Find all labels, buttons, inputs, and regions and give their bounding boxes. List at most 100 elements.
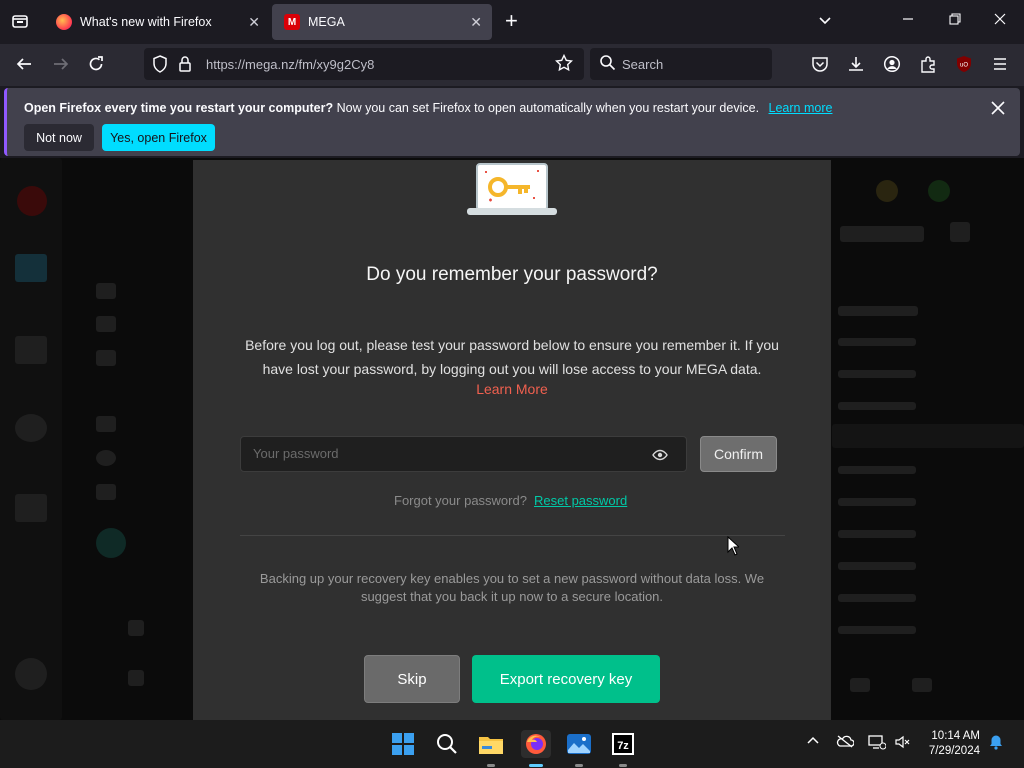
transfer-icon: [15, 494, 47, 522]
7zip-icon[interactable]: 7z: [609, 730, 637, 758]
reset-password-link[interactable]: Reset password: [534, 493, 627, 508]
folder-icon: [96, 416, 116, 432]
storage-indicator: [96, 528, 126, 558]
tab-whats-new[interactable]: What's new with Firefox ✕: [44, 4, 270, 40]
date-cell: [838, 338, 916, 346]
app-indicator: [619, 764, 627, 767]
ublock-origin-icon[interactable]: uO: [955, 55, 973, 78]
date-cell: [838, 594, 916, 602]
learn-more-link[interactable]: Learn More: [193, 381, 831, 397]
windows-start-icon[interactable]: [389, 730, 417, 758]
notification-message: Open Firefox every time you restart your…: [24, 101, 832, 115]
url-bar[interactable]: https://mega.nz/fm/xy9g2Cy8: [144, 48, 584, 80]
link-icon: [850, 678, 870, 692]
svg-text:7z: 7z: [617, 740, 629, 752]
firefox-taskbar-icon[interactable]: [521, 730, 551, 758]
close-tab-icon[interactable]: ✕: [470, 14, 482, 31]
tab-title: What's new with Firefox: [80, 15, 212, 29]
network-icon[interactable]: [868, 734, 887, 753]
notification-bold: Open Firefox every time you restart your…: [24, 101, 334, 115]
close-notification-icon[interactable]: [991, 101, 1005, 120]
volume-muted-icon[interactable]: [894, 734, 910, 753]
show-password-eye-icon[interactable]: [652, 447, 668, 463]
share-icon: [912, 678, 932, 692]
notification-bell-icon: [876, 180, 898, 202]
menu-hamburger-icon[interactable]: [991, 55, 1009, 78]
date-cell: [838, 466, 916, 474]
sort-dropdown: [840, 226, 924, 242]
selected-row: [832, 424, 1024, 448]
extensions-icon[interactable]: [919, 55, 937, 78]
file-explorer-icon[interactable]: [477, 730, 505, 758]
tab-mega[interactable]: M MEGA ✕: [272, 4, 492, 40]
close-tab-icon[interactable]: ✕: [248, 14, 260, 31]
windows-taskbar: 7z 10:14 AM 7/29/2024: [0, 720, 1024, 768]
taskbar-clock[interactable]: 10:14 AM 7/29/2024: [929, 729, 980, 759]
chat-icon: [15, 414, 47, 442]
checkbox: [128, 670, 144, 686]
account-icon[interactable]: [883, 55, 901, 78]
mouse-pointer-icon: [727, 536, 739, 556]
search-icon: [599, 54, 616, 76]
mega-logo-icon: M: [284, 14, 300, 30]
photos-app-icon[interactable]: [565, 730, 593, 758]
date-cell: [838, 370, 916, 378]
notification-bell-icon[interactable]: [988, 734, 1004, 753]
column-header: [838, 306, 918, 316]
folder-icon: [96, 283, 116, 299]
export-recovery-key-button[interactable]: Export recovery key: [472, 655, 660, 703]
onedrive-icon[interactable]: [836, 734, 855, 751]
learn-more-link[interactable]: Learn more: [769, 101, 833, 115]
lock-icon[interactable]: [178, 55, 192, 78]
downloads-icon[interactable]: [847, 55, 865, 78]
dialog-description: Before you log out, please test your pas…: [245, 337, 779, 377]
tab-bar: What's new with Firefox ✕ M MEGA ✕ +: [0, 0, 1024, 44]
grid-view-icon: [950, 222, 970, 242]
dialog-title: Do you remember your password?: [366, 264, 658, 285]
show-hidden-icons-chevron-icon[interactable]: [806, 734, 820, 751]
confirm-button[interactable]: Confirm: [700, 436, 777, 472]
app-indicator: [575, 764, 583, 767]
search-bar[interactable]: Search: [590, 48, 772, 80]
password-input[interactable]: Your password: [240, 436, 687, 472]
back-arrow-icon[interactable]: [15, 55, 33, 78]
mega-logo-icon: [17, 186, 47, 216]
not-now-button[interactable]: Not now: [24, 124, 94, 151]
date-cell: [838, 498, 916, 506]
password-reminder-dialog: Do you remember your password? Before yo…: [193, 160, 831, 720]
tab-title: MEGA: [308, 15, 345, 29]
folder-icon: [96, 350, 116, 366]
avatar: [15, 658, 47, 690]
folder-icon: [96, 484, 116, 500]
status-icon: [928, 180, 950, 202]
password-placeholder: Your password: [253, 446, 339, 461]
date-cell: [838, 626, 916, 634]
url-text[interactable]: https://mega.nz/fm/xy9g2Cy8: [206, 57, 374, 72]
pocket-icon[interactable]: [811, 55, 829, 78]
close-window-button[interactable]: [994, 12, 1006, 30]
restore-button[interactable]: [949, 12, 961, 30]
checkbox: [128, 620, 144, 636]
minimize-button[interactable]: [902, 12, 914, 30]
notification-body: Now you can set Firefox to open automati…: [336, 101, 760, 115]
divider: [240, 535, 785, 536]
shield-icon[interactable]: [152, 55, 168, 78]
reload-icon[interactable]: [87, 55, 105, 78]
laptop-key-icon: [467, 163, 557, 215]
backup-recovery-text: Backing up your recovery key enables you…: [259, 571, 765, 604]
tab-list-icon[interactable]: [11, 12, 29, 35]
list-all-tabs-icon[interactable]: [817, 12, 833, 33]
photos-icon: [15, 336, 47, 364]
clock-time: 10:14 AM: [931, 730, 980, 742]
forward-arrow-icon[interactable]: [52, 55, 70, 78]
new-tab-button[interactable]: +: [505, 10, 518, 32]
firefox-icon: [56, 14, 72, 30]
firefox-notification-bar: Open Firefox every time you restart your…: [4, 88, 1020, 156]
date-cell: [838, 530, 916, 538]
search-icon[interactable]: [433, 730, 461, 758]
skip-button[interactable]: Skip: [364, 655, 460, 703]
yes-open-firefox-button[interactable]: Yes, open Firefox: [102, 124, 215, 151]
bookmark-star-icon[interactable]: [554, 53, 574, 77]
forgot-password-text: Forgot your password?: [394, 493, 527, 508]
folder-icon: [96, 316, 116, 332]
